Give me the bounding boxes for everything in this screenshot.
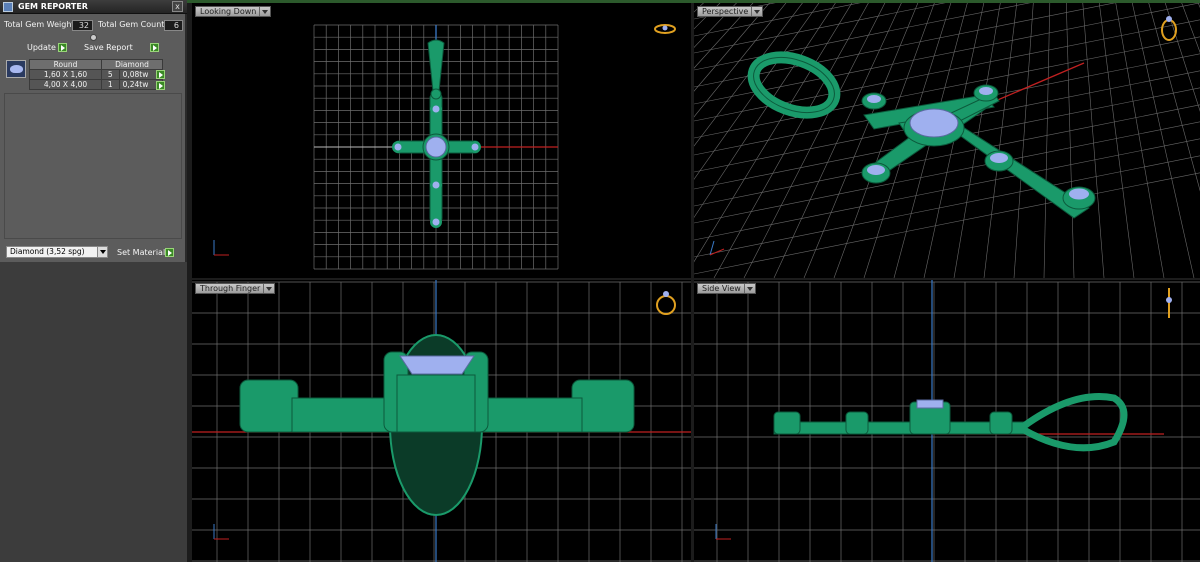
panel-footer-area	[0, 262, 187, 562]
update-button[interactable]	[58, 43, 67, 52]
grid-line	[1164, 3, 1200, 112]
gem-list-area	[4, 93, 182, 239]
axis-triad	[213, 240, 229, 256]
axis-triad	[709, 240, 725, 256]
gem-shape-header: Round	[29, 59, 102, 70]
table-row[interactable]: 1,60 X 1,60 5 0,08tw	[29, 69, 164, 80]
save-report-button-label[interactable]: Save Report	[84, 43, 133, 52]
grid-line	[694, 3, 853, 263]
looking-down-canvas	[213, 24, 676, 270]
gem-size-cell: 4,00 X 4,00	[29, 79, 102, 90]
app-root: GEM REPORTER x Total Gem Weight 32 Total…	[0, 0, 1200, 562]
grid-line	[1013, 3, 1034, 278]
close-icon[interactable]: x	[172, 1, 183, 12]
ring-orientation-icon	[656, 291, 676, 315]
chevron-down-icon[interactable]	[751, 7, 762, 16]
viewport-view-menu[interactable]: Side View	[697, 283, 756, 294]
save-report-button[interactable]	[150, 43, 159, 52]
pendant-orientation-icon	[1166, 288, 1172, 318]
grid-line	[1043, 3, 1051, 278]
row-select-button[interactable]	[156, 70, 165, 79]
chevron-down-icon[interactable]	[263, 284, 274, 293]
axis-triad	[213, 524, 229, 540]
perspective-canvas	[694, 3, 1200, 278]
grid-line	[1181, 3, 1200, 54]
round-gem-icon	[6, 60, 26, 78]
viewport-label: Perspective	[702, 7, 749, 16]
gem-weight-value: 0,24tw	[122, 80, 149, 89]
ring-orientation-icon	[654, 24, 676, 34]
grid-line	[983, 3, 1018, 278]
gem-material-header: Diamond	[101, 59, 163, 70]
grid-line	[694, 3, 861, 37]
grid-line	[1115, 3, 1165, 278]
viewport-looking-down[interactable]: Looking Down	[192, 3, 691, 278]
set-material-button[interactable]	[165, 248, 174, 257]
total-gem-count-field: 6	[164, 20, 183, 31]
set-material-button-label[interactable]: Set Material	[117, 248, 165, 257]
material-dropdown-value: Diamond (3,52 spg)	[10, 247, 85, 256]
grid-line	[694, 3, 1200, 6]
gem-size-cell: 1,60 X 1,60	[29, 69, 102, 80]
grid-line	[694, 155, 1200, 258]
gem-table-header: Round Diamond	[29, 59, 163, 70]
viewport-view-menu[interactable]: Looking Down	[195, 6, 272, 17]
viewport-label: Side View	[702, 284, 741, 293]
through-finger-canvas	[192, 280, 691, 562]
chevron-down-icon[interactable]	[743, 284, 755, 293]
side-view-canvas	[694, 280, 1200, 562]
grid-line	[1065, 3, 1075, 278]
gem-table: Round Diamond 1,60 X 1,60 5 0,08tw 4,00 …	[29, 59, 164, 90]
grid-line	[694, 172, 1200, 275]
viewport-side-view[interactable]: Side View	[694, 280, 1200, 562]
gem-count-cell: 1	[101, 79, 120, 90]
update-button-label[interactable]: Update	[27, 43, 56, 52]
gem-weight-value: 0,08tw	[122, 70, 149, 79]
viewport-label: Looking Down	[200, 7, 257, 16]
grid-line	[694, 3, 776, 20]
slider-knob[interactable]	[90, 34, 97, 41]
panel-title-bar[interactable]: GEM REPORTER x	[0, 0, 187, 14]
gem-reporter-panel: GEM REPORTER x Total Gem Weight 32 Total…	[0, 0, 187, 562]
axis-triad	[715, 524, 731, 540]
pendant-top-view	[392, 39, 481, 228]
grid-line	[694, 3, 721, 30]
grid-line	[694, 3, 754, 69]
pendant-side-view	[773, 393, 1128, 452]
ring-orientation-icon	[1161, 16, 1177, 41]
viewport-perspective[interactable]: Perspective	[694, 3, 1200, 278]
viewport-through-finger[interactable]: Through Finger	[192, 280, 691, 562]
total-gem-weight-label: Total Gem Weight	[4, 20, 75, 29]
grid-line	[1082, 3, 1105, 278]
viewport-view-menu[interactable]: Perspective	[697, 6, 764, 17]
pendant-perspective-view	[747, 51, 1096, 219]
grid-line	[694, 3, 1116, 88]
chevron-down-icon[interactable]	[97, 247, 107, 257]
table-row[interactable]: 4,00 X 4,00 1 0,24tw	[29, 79, 164, 90]
grid-line	[1098, 3, 1135, 278]
row-select-button[interactable]	[156, 81, 165, 90]
pendant-front-view	[239, 334, 635, 516]
gem-reporter-icon	[3, 2, 13, 12]
viewport-view-menu[interactable]: Through Finger	[195, 283, 276, 294]
chevron-down-icon[interactable]	[259, 7, 270, 16]
panel-title: GEM REPORTER	[18, 2, 88, 11]
total-gem-weight-field: 32	[72, 20, 93, 31]
total-gem-count-label: Total Gem Count	[98, 20, 165, 29]
material-dropdown[interactable]: Diamond (3,52 spg)	[6, 246, 108, 258]
grid-line	[694, 3, 820, 180]
gem-count-cell: 5	[101, 69, 120, 80]
viewport-label: Through Finger	[200, 284, 261, 293]
